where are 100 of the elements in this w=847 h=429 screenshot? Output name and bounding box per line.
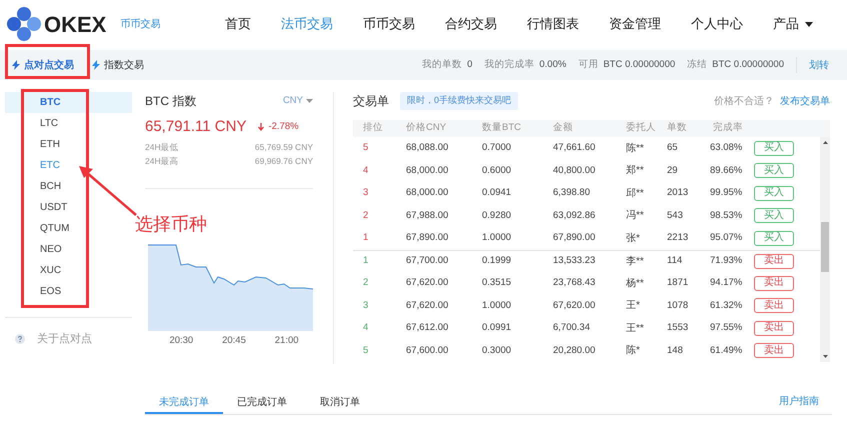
time-label: 21:00 — [274, 334, 299, 348]
price-cell-text: 67,890.00 — [405, 231, 450, 246]
promo-badge: 限时，0手续费快来交易吧 — [400, 92, 518, 110]
count-cell-text: 29 — [667, 164, 679, 178]
rate-cell-text: 94.17% — [710, 276, 744, 290]
trader-cell-text: 李** — [626, 254, 645, 269]
coin-item[interactable]: NEO — [5, 239, 132, 260]
rank-cell-text: 2 — [362, 208, 370, 223]
currency-select[interactable]: CNY — [282, 94, 313, 108]
amount-cell-text: 67,890.00 — [553, 231, 596, 246]
scroll-up-icon — [822, 141, 828, 144]
quantity-cell-text: 0.3515 — [482, 276, 512, 290]
quantity-cell-text: 0.7000 — [482, 141, 512, 156]
trade-button[interactable]: 买入 — [754, 163, 794, 178]
coin-item[interactable]: XUC — [5, 260, 132, 281]
column-header: 委托人 — [626, 121, 657, 136]
nav-link[interactable]: 法币交易 — [281, 14, 333, 34]
order-tab[interactable]: 已完成订单 — [223, 393, 301, 414]
rank-cell-text: 2 — [362, 276, 370, 290]
price-cell-text: 68,000.00 — [405, 164, 450, 178]
stat-value: BTC 0.00000000 — [603, 58, 676, 72]
column-header: 完成率 — [712, 121, 744, 136]
count-cell-text: 1553 — [667, 321, 690, 336]
stat-label: 24H最高 — [145, 155, 179, 168]
trader-cell-text: 王* — [626, 299, 641, 314]
amount-cell-text: 6,700.34 — [553, 321, 591, 336]
transfer-link[interactable]: 划转 — [809, 58, 829, 72]
trade-button[interactable]: 买入 — [754, 140, 794, 156]
coin-item[interactable]: USDT — [5, 197, 132, 218]
column-header: 排位 — [362, 121, 384, 136]
amount-cell-text: 23,768.43 — [553, 276, 596, 290]
trade-button[interactable]: 卖出 — [754, 298, 794, 314]
coin-item[interactable]: BTC — [5, 92, 132, 113]
price-cell-text: 67,612.00 — [405, 321, 450, 336]
trade-button[interactable]: 卖出 — [754, 320, 794, 336]
site-subtitle: 币币交易 — [120, 18, 160, 32]
trade-button[interactable]: 买入 — [754, 208, 794, 224]
price-cell-text: 67,700.00 — [405, 254, 450, 268]
bolt-icon — [12, 60, 20, 70]
coin-item[interactable]: EOS — [5, 281, 132, 302]
quantity-cell-text: 0.1999 — [482, 254, 512, 268]
nav-link[interactable]: 合约交易 — [445, 14, 497, 34]
trade-button[interactable]: 卖出 — [754, 254, 794, 269]
trader-cell-text: 张* — [626, 232, 641, 246]
annotation-arrow — [78, 165, 138, 217]
amount-cell-text: 13,533.23 — [553, 254, 596, 268]
count-cell-text: 114 — [667, 254, 684, 268]
column-header: 金额 — [553, 121, 574, 136]
time-label: 20:45 — [222, 334, 246, 348]
rank-cell-text: 5 — [362, 141, 370, 156]
trade-button[interactable]: 卖出 — [754, 343, 794, 358]
coin-item[interactable]: LTC — [5, 113, 132, 134]
publish-link[interactable]: 发布交易单 — [780, 94, 830, 108]
price-cell-text: 67,600.00 — [405, 344, 450, 358]
coin-item[interactable]: QTUM — [5, 218, 132, 239]
amount-cell-text: 40,800.00 — [553, 164, 596, 178]
trade-button[interactable]: 买入 — [754, 230, 794, 246]
nav-link[interactable]: 行情图表 — [527, 14, 579, 34]
mode-tab[interactable]: 指数交易 — [92, 58, 144, 72]
quantity-cell-text: 0.9280 — [482, 208, 512, 223]
stat-label: 我的完成率 — [484, 58, 534, 72]
mode-tab[interactable]: 点对点交易 — [12, 58, 74, 72]
rate-cell-text: 98.53% — [710, 208, 744, 223]
coin-item[interactable]: ETH — [5, 134, 132, 155]
trade-button[interactable]: 买入 — [754, 186, 794, 201]
rank-cell-text: 4 — [362, 321, 370, 336]
nav-link[interactable]: 个人中心 — [691, 14, 743, 34]
rate-cell-text: 97.55% — [710, 321, 744, 336]
column-header: 单数 — [667, 121, 688, 136]
stat-value: 69,969.76 CNY — [254, 155, 313, 168]
quantity-cell-text: 0.0941 — [482, 186, 512, 200]
coin-item[interactable]: BCH — [5, 176, 132, 197]
nav-link[interactable]: 币币交易 — [363, 14, 415, 34]
coin-item[interactable]: ETC — [5, 155, 132, 176]
count-cell-text: 1871 — [667, 276, 690, 290]
rank-cell-text: 4 — [362, 164, 370, 178]
scrollbar-thumb[interactable] — [821, 222, 829, 272]
help-link[interactable]: 关于点对点 — [5, 331, 132, 348]
hint-text: 价格不合适？ — [714, 94, 774, 108]
order-tab[interactable]: 未完成订单 — [145, 393, 223, 414]
trader-cell-text: 陈* — [626, 344, 641, 358]
nav-link[interactable]: 首页 — [225, 14, 251, 34]
price-cell-text: 68,088.00 — [405, 141, 450, 156]
quantity-cell-text: 0.0991 — [482, 321, 512, 336]
rank-cell-text: 1 — [362, 231, 370, 246]
amount-cell-text: 67,620.00 — [553, 298, 596, 313]
guide-link[interactable]: 用户指南 — [779, 394, 819, 409]
rank-cell-text: 1 — [362, 254, 370, 268]
index-title: BTC 指数 — [145, 93, 196, 110]
order-tab[interactable]: 取消订单 — [301, 393, 379, 414]
trade-button[interactable]: 卖出 — [754, 276, 794, 291]
stat-label: 冻结 — [687, 58, 708, 72]
amount-cell-text: 63,092.86 — [553, 208, 596, 223]
count-cell-text: 2213 — [667, 231, 690, 246]
amount-cell-text: 20,280.00 — [553, 344, 596, 358]
scrollbar[interactable] — [820, 137, 830, 362]
trader-cell-text: 郑** — [626, 164, 645, 178]
nav-link[interactable]: 资金管理 — [609, 14, 661, 34]
rate-cell-text: 89.66% — [710, 164, 744, 178]
nav-link[interactable]: 产品 — [773, 14, 813, 34]
